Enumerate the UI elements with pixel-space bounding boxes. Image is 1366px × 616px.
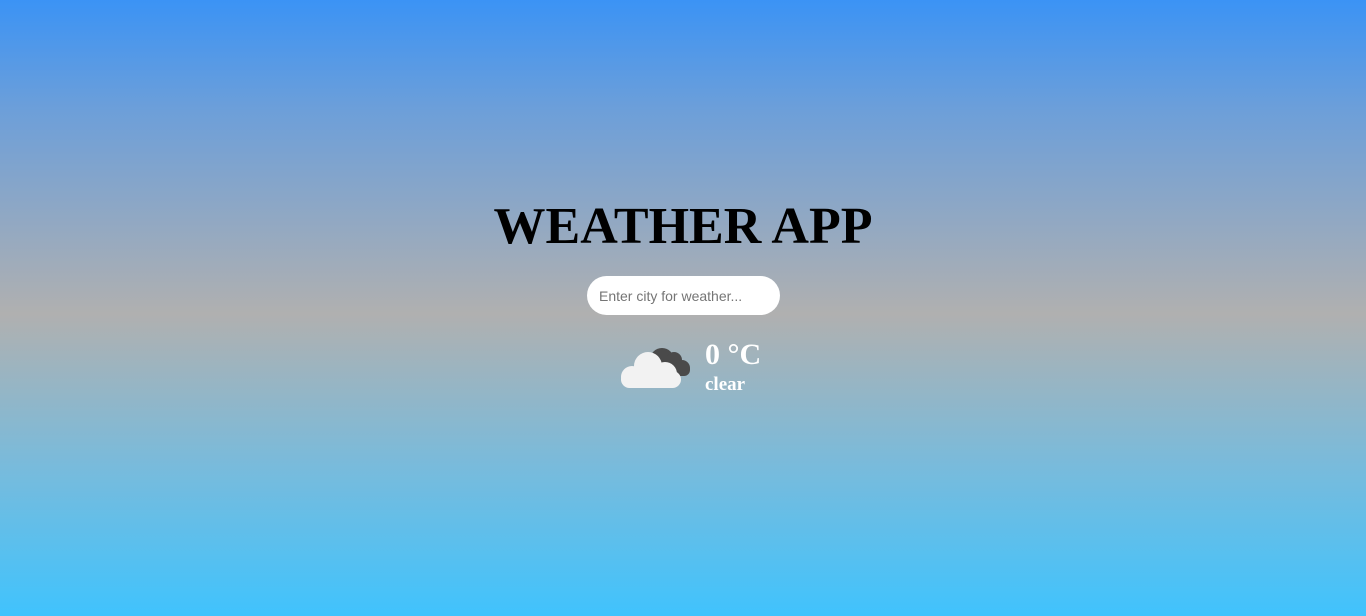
weather-app: WEATHER APP 0 °C clear xyxy=(0,0,1366,616)
city-search-input[interactable] xyxy=(587,276,780,315)
temperature-value: 0 °C xyxy=(705,338,762,371)
app-title: WEATHER APP xyxy=(493,198,873,255)
weather-description: clear xyxy=(705,374,746,395)
cloudy-icon xyxy=(618,338,694,392)
